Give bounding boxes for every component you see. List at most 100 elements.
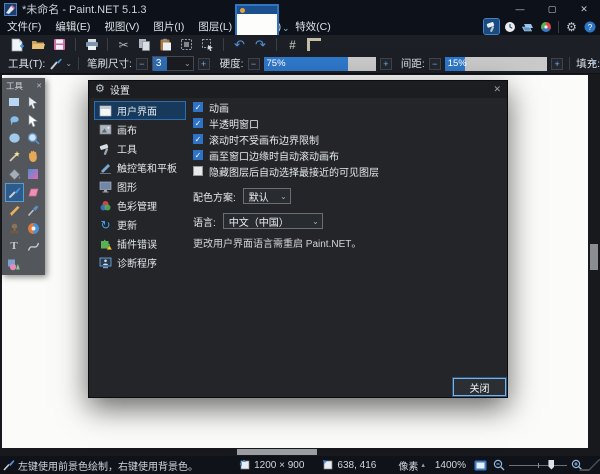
checkbox-row-autoscroll[interactable]: ✓ 画至窗口边缘时自动滚动画布 — [193, 147, 493, 163]
minimize-button[interactable]: — — [504, 0, 536, 18]
settings-button[interactable]: ⚙ — [564, 19, 579, 34]
checkbox-checked-icon[interactable]: ✓ — [193, 118, 203, 128]
tool-line-curve[interactable] — [25, 238, 42, 255]
menu-file[interactable]: 文件(F) — [0, 17, 48, 36]
menu-image[interactable]: 图片(I) — [146, 17, 191, 36]
toggle-separator — [558, 21, 559, 33]
menu-layers[interactable]: 图层(L) — [191, 17, 239, 36]
maximize-button[interactable]: ▢ — [536, 0, 568, 18]
checkbox-checked-icon[interactable]: ✓ — [193, 102, 203, 112]
checkbox-row-animations[interactable]: ✓ 动画 — [193, 99, 493, 115]
vertical-scrollbar-thumb[interactable] — [590, 244, 598, 270]
tools-window-toggle[interactable] — [484, 19, 499, 34]
print-button[interactable] — [84, 37, 99, 52]
hardness-increment-button[interactable]: + — [380, 58, 392, 70]
tools-palette-header[interactable]: 工具 ✕ — [2, 78, 45, 92]
vertical-scrollbar[interactable] — [588, 74, 600, 456]
tool-move-selection[interactable] — [25, 112, 42, 129]
settings-section-color-management[interactable]: 色彩管理 — [94, 196, 186, 215]
tool-color-picker[interactable] — [25, 202, 42, 219]
tool-eraser[interactable] — [25, 184, 42, 201]
language-dropdown[interactable]: 中文（中国） ⌄ — [223, 213, 323, 229]
checkbox-row-auto-select-layer[interactable]: 隐藏图层后自动选择最接近的可见图层 — [193, 163, 493, 179]
tool-pan[interactable] — [25, 148, 42, 165]
tool-recolor[interactable] — [25, 220, 42, 237]
settings-dialog-close-icon[interactable]: ✕ — [493, 84, 501, 95]
checkbox-checked-icon[interactable]: ✓ — [193, 134, 203, 144]
toolbar-overflow-chevron-icon[interactable]: ▾ — [591, 58, 596, 69]
tool-ellipse-select[interactable] — [6, 130, 23, 147]
image-list-chevron-icon[interactable]: ⌄ — [282, 23, 290, 34]
language-restart-note: 更改用户界面语言需重启 Paint.NET。 — [193, 235, 493, 250]
tool-paintbrush[interactable] — [6, 184, 23, 201]
tool-magic-wand[interactable] — [6, 148, 23, 165]
crop-to-selection-button[interactable] — [179, 37, 194, 52]
horizontal-scrollbar[interactable] — [0, 448, 588, 456]
active-tool-dropdown[interactable]: ⌄ — [49, 57, 72, 71]
menu-view[interactable]: 视图(V) — [97, 17, 146, 36]
tool-shapes[interactable] — [6, 256, 23, 273]
tool-clone-stamp[interactable] — [6, 220, 23, 237]
colors-window-toggle[interactable] — [538, 19, 553, 34]
tool-rectangle-select[interactable] — [6, 94, 23, 111]
checkbox-row-translucent-windows[interactable]: ✓ 半透明窗口 — [193, 115, 493, 131]
color-scheme-row: 配色方案: 默认 ⌄ — [193, 188, 493, 204]
unit-value: 像素 — [398, 458, 418, 473]
redo-button[interactable]: ↷ — [253, 37, 268, 52]
zoom-slider-thumb[interactable] — [548, 460, 554, 470]
copy-button[interactable] — [137, 37, 152, 52]
checkbox-row-overscroll[interactable]: ✓ 滚动时不受画布边界限制 — [193, 131, 493, 147]
cut-button[interactable]: ✂ — [116, 37, 131, 52]
tool-pencil[interactable] — [6, 202, 23, 219]
tool-paint-bucket[interactable] — [6, 166, 23, 183]
spacing-slider[interactable]: 15% — [445, 57, 547, 71]
tool-gradient[interactable] — [25, 166, 42, 183]
horizontal-scrollbar-thumb[interactable] — [237, 449, 317, 455]
hardness-slider[interactable]: 75% — [264, 57, 376, 71]
hardness-decrement-button[interactable]: − — [248, 58, 260, 70]
paste-button[interactable] — [158, 37, 173, 52]
spacing-increment-button[interactable]: + — [551, 58, 563, 70]
open-file-button[interactable] — [31, 37, 46, 52]
settings-dialog-titlebar[interactable]: ⚙ 设置 ✕ — [89, 81, 507, 98]
menu-edit[interactable]: 编辑(E) — [48, 17, 97, 36]
settings-section-ui[interactable]: 用户界面 — [94, 101, 186, 120]
settings-section-diagnostics[interactable]: 诊断程序 — [94, 253, 186, 272]
deselect-button[interactable] — [200, 37, 215, 52]
brush-size-combobox[interactable]: 3 ⌄ — [152, 56, 194, 71]
settings-gear-icon: ⚙ — [95, 84, 105, 95]
color-scheme-dropdown[interactable]: 默认 ⌄ — [243, 188, 291, 204]
spacing-decrement-button[interactable]: − — [429, 58, 441, 70]
help-button[interactable]: ? — [582, 19, 597, 34]
tool-move-selected-pixels[interactable] — [25, 94, 42, 111]
close-button[interactable]: ✕ — [568, 0, 600, 18]
tool-zoom[interactable] — [25, 130, 42, 147]
tools-palette-close-icon[interactable]: ✕ — [36, 82, 42, 90]
zoom-slider[interactable] — [509, 465, 567, 466]
zoom-out-button[interactable] — [493, 459, 505, 471]
settings-section-graphics[interactable]: 图形 — [94, 177, 186, 196]
rulers-toggle[interactable] — [306, 37, 321, 52]
undo-button[interactable]: ↶ — [232, 37, 247, 52]
settings-section-updates[interactable]: ↻ 更新 — [94, 215, 186, 234]
pixel-grid-toggle[interactable]: # — [285, 37, 300, 52]
brush-size-decrement-button[interactable]: − — [136, 58, 148, 70]
tool-text[interactable]: T — [6, 238, 23, 255]
checkbox-label: 半透明窗口 — [209, 116, 259, 131]
zoom-to-window-button[interactable] — [474, 460, 487, 471]
settings-section-plugin-errors[interactable]: 插件错误 — [94, 234, 186, 253]
checkbox-unchecked-icon[interactable] — [193, 166, 203, 176]
dialog-close-button[interactable]: 关闭 — [453, 378, 506, 396]
save-button[interactable] — [52, 37, 67, 52]
checkbox-checked-icon[interactable]: ✓ — [193, 150, 203, 160]
brush-size-increment-button[interactable]: + — [198, 58, 210, 70]
history-window-toggle[interactable] — [502, 19, 517, 34]
tool-lasso-select[interactable] — [6, 112, 23, 129]
new-file-button[interactable] — [10, 37, 25, 52]
settings-section-tools[interactable]: 工具 — [94, 139, 186, 158]
settings-section-pen-tablet[interactable]: 触控笔和平板 — [94, 158, 186, 177]
settings-section-canvas[interactable]: 画布 — [94, 120, 186, 139]
menu-effects[interactable]: 特效(C) — [288, 17, 338, 36]
layers-window-toggle[interactable] — [520, 19, 535, 34]
unit-selector[interactable]: 像素 ▴ — [398, 458, 425, 473]
